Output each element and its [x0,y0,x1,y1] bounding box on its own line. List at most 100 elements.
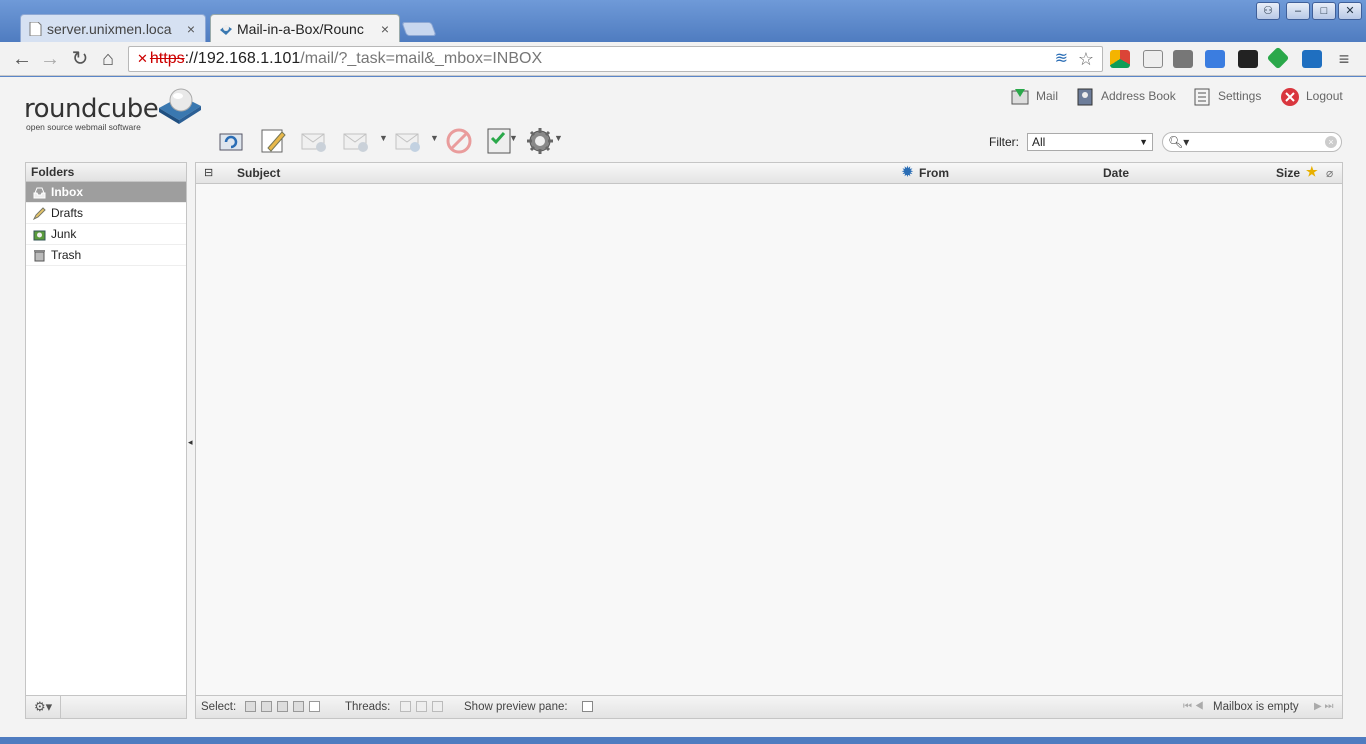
nav-mail-label: Mail [1036,89,1059,103]
trash-icon [34,250,45,262]
more-gear-icon[interactable] [525,126,555,156]
forward-icon[interactable] [393,126,423,156]
divider [60,696,61,718]
keyboard-extension-icon[interactable] [1173,50,1193,68]
back-arrow-icon[interactable]: ← [10,47,34,71]
forward-arrow-icon[interactable]: → [38,47,62,71]
nav-address-book[interactable]: Address Book [1075,85,1176,107]
evernote-icon[interactable] [1266,46,1290,70]
select-all-icon[interactable] [245,701,256,713]
column-from[interactable]: From [919,166,949,180]
folders-header: Folders [26,163,186,182]
reload-icon[interactable]: ↻ [68,47,92,71]
unread-status-icon[interactable]: ✹ [902,164,913,180]
maximize-button[interactable]: □ [1312,2,1336,20]
nav-logout-label: Logout [1306,89,1343,103]
select-none-icon[interactable] [309,701,320,713]
settings-icon [1194,88,1210,106]
mailbox-status: Mailbox is empty [1213,701,1299,713]
expand-unread-icon[interactable] [416,701,427,713]
clear-search-icon[interactable]: × [1325,136,1337,148]
column-date[interactable]: Date [1103,166,1129,180]
url-path: /mail/?_task=mail&_mbox=INBOX [300,50,543,67]
folder-drafts[interactable]: Drafts [26,203,186,224]
folder-label: Junk [51,227,77,241]
collapse-all-icon[interactable] [432,701,443,713]
nav-settings[interactable]: Settings [1192,85,1261,107]
preview-pane-checkbox[interactable] [582,701,593,712]
filter-select[interactable]: All ▼ [1027,133,1153,151]
folder-inbox[interactable]: Inbox [26,182,186,203]
compose-icon[interactable] [258,126,288,156]
more-dropdown-icon[interactable]: ▼ [554,133,563,143]
search-input[interactable]: 🔍︎▾ × [1162,132,1342,152]
nav-logout[interactable]: Logout [1280,85,1343,107]
preview-pane-label: Show preview pane: [464,701,568,713]
list-options-icon[interactable]: ⊟ [204,166,213,179]
nav-mail[interactable]: Mail [1010,85,1058,107]
refresh-mail-icon[interactable] [216,126,246,156]
wave-extension-icon[interactable]: ≋ [1055,47,1068,71]
panel-splitter-handle[interactable]: ◂ [188,437,193,448]
home-icon[interactable]: ⌂ [96,47,120,71]
insecure-lock-icon: ✕ [137,51,148,66]
mark-dropdown-icon[interactable]: ▼ [509,133,518,143]
attachment-icon[interactable]: ⌀ [1326,166,1333,180]
address-bar[interactable]: ✕ https://192.168.1.101/mail/?_task=mail&… [128,46,1103,72]
tab-mail-in-a-box[interactable]: Mail-in-a-Box/Rounc × [210,14,400,42]
first-page-icon[interactable]: ⏮ ◀ [1183,696,1204,718]
reply-all-dropdown-icon[interactable]: ▼ [379,133,388,143]
message-list-header: ⊟ Subject ✹ From Date Size ★ ⌀ [196,163,1342,184]
filter-label: Filter: [989,135,1019,149]
message-list-footer: Select: Threads: Show preview pane: ⏮ ◀ … [195,695,1343,719]
logo-tagline: open source webmail software [26,122,141,132]
address-book-icon [1077,88,1093,106]
browser-tab-strip: server.unixmen.loca × Mail-in-a-Box/Roun… [0,0,1366,42]
browser-toolbar: ← → ↻ ⌂ ✕ https://192.168.1.101/mail/?_ta… [0,42,1366,76]
delete-icon[interactable] [444,126,474,156]
window-bottom-border [0,737,1366,744]
user-profile-icon[interactable]: ⚇ [1256,2,1280,20]
translate-icon[interactable] [1205,50,1225,68]
last-page-icon[interactable]: ▶ ⏭ [1314,696,1333,718]
buffer-icon[interactable] [1238,50,1258,68]
column-size[interactable]: Size [1276,166,1300,180]
select-invert-icon[interactable] [293,701,304,713]
tab-server-unixmen[interactable]: server.unixmen.loca × [20,14,206,42]
pencil-icon [33,207,46,220]
search-icon[interactable]: 🔍︎▾ [1168,135,1189,149]
tab-label: server.unixmen.loca [47,21,172,37]
forward-dropdown-icon[interactable]: ▼ [430,133,439,143]
bookmark-star-icon[interactable]: ☆ [1078,47,1094,71]
tab-close-icon[interactable]: × [187,15,195,42]
s-extension-icon[interactable] [1302,50,1322,68]
folder-actions-bar: ⚙▾ [25,695,187,719]
folder-options-gear-icon[interactable]: ⚙▾ [34,699,52,715]
logout-icon [1281,87,1299,106]
reply-icon[interactable] [299,126,329,156]
column-subject[interactable]: Subject [237,166,280,180]
menu-icon[interactable]: ≡ [1332,47,1356,71]
filter-value: All [1032,135,1046,149]
junk-icon [33,230,46,241]
folder-trash[interactable]: Trash [26,245,186,266]
folder-label: Drafts [51,206,84,220]
roundcube-logo[interactable]: roundcube open source webmail software [24,88,201,132]
minimize-button[interactable]: – [1286,2,1310,20]
close-window-button[interactable]: ✕ [1338,2,1362,20]
reply-all-icon[interactable] [341,126,371,156]
folder-junk[interactable]: Junk [26,224,186,245]
chrome-extension-icon[interactable] [1110,50,1130,68]
nav-address-book-label: Address Book [1101,89,1176,103]
message-list-panel: ⊟ Subject ✹ From Date Size ★ ⌀ [195,162,1343,719]
select-page-icon[interactable] [261,701,272,713]
url-host: ://192.168.1.101 [184,50,301,67]
new-tab-button[interactable] [401,22,437,36]
select-unread-icon[interactable] [277,701,288,713]
pen-extension-icon[interactable] [1143,50,1163,68]
flag-star-icon[interactable]: ★ [1306,164,1318,180]
expand-all-icon[interactable] [400,701,411,713]
tab-close-icon[interactable]: × [381,15,389,42]
tab-label: Mail-in-a-Box/Rounc [237,21,364,37]
folder-label: Inbox [51,185,83,199]
